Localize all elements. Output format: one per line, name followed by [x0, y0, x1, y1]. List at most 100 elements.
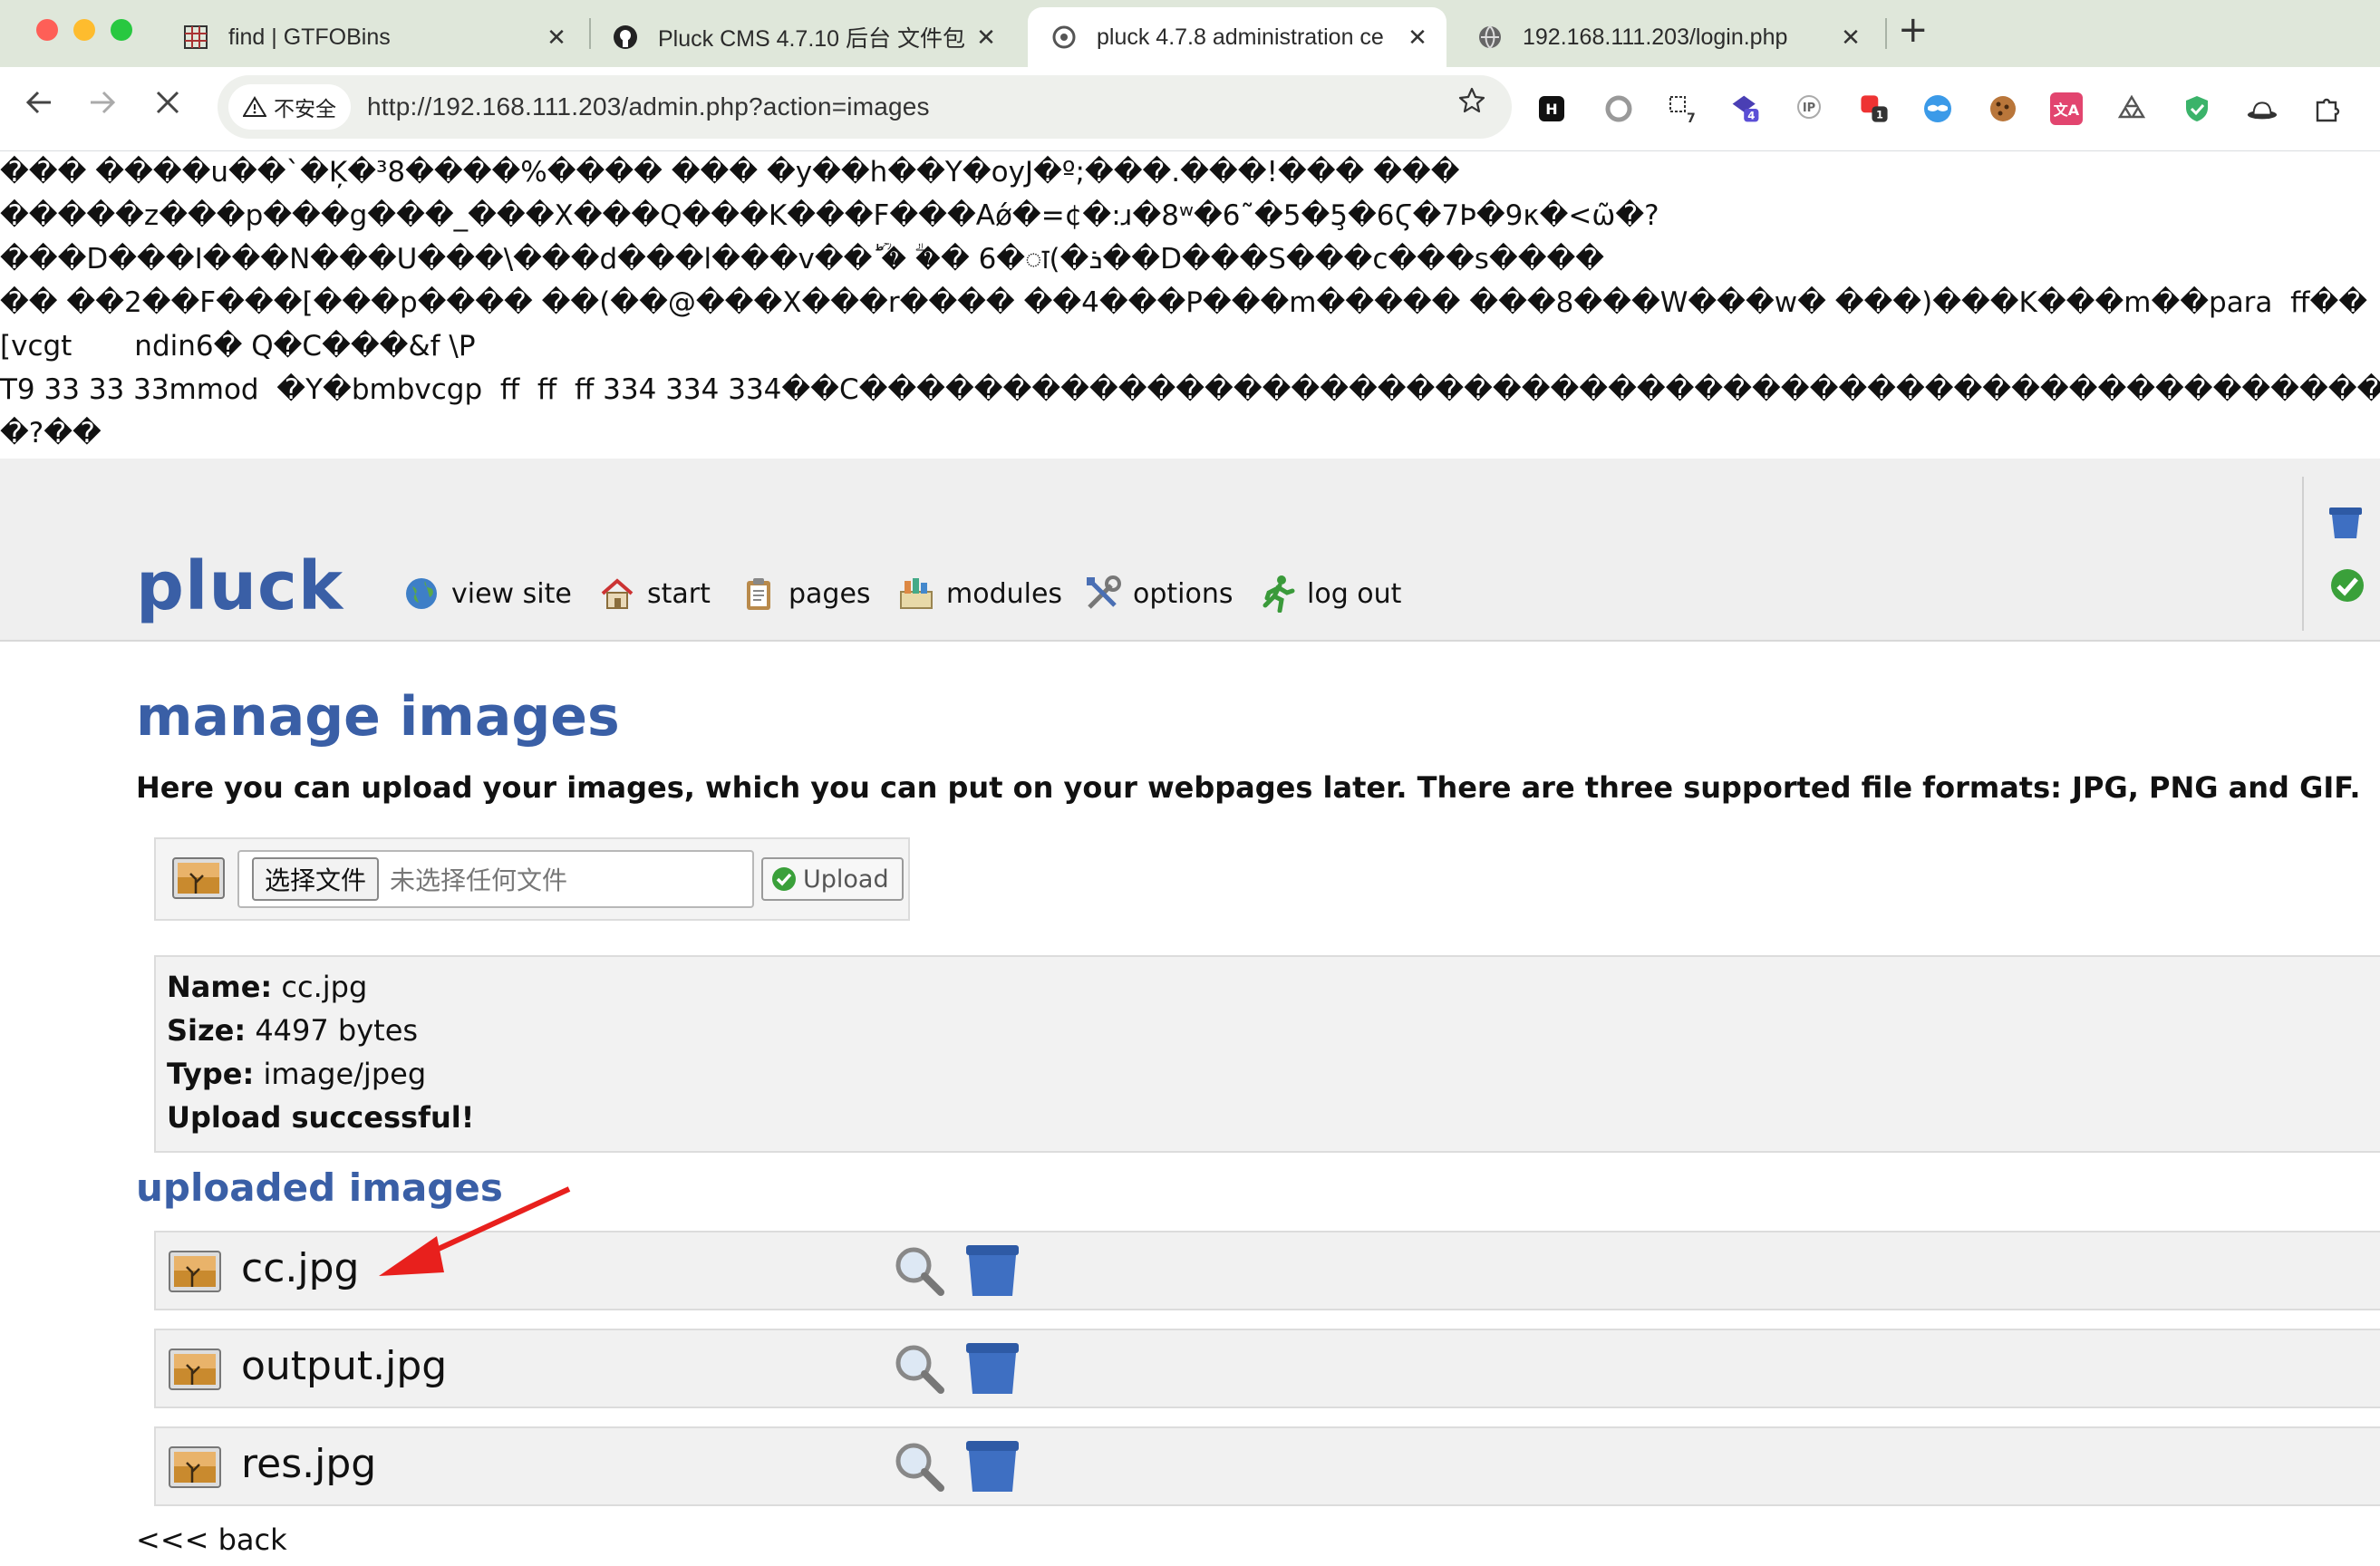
tab-pluck-admin[interactable]: pluck 4.7.8 administration ce ✕	[1028, 7, 1446, 67]
bookmark-star-icon[interactable]	[1457, 86, 1486, 123]
record-extension-icon[interactable]	[1602, 92, 1635, 125]
forward-arrow-icon[interactable]	[87, 87, 118, 126]
red-extension-badge: 1	[1876, 109, 1883, 121]
magnifier-icon[interactable]	[892, 1439, 946, 1497]
ip-extension-icon[interactable]: IP	[1795, 92, 1827, 125]
tab-close-icon[interactable]: ✕	[970, 24, 1002, 52]
tools-icon	[1084, 575, 1122, 613]
warning-triangle-icon	[243, 96, 266, 118]
new-tab-button[interactable]: +	[1898, 9, 1929, 51]
translate-extension-icon[interactable]: 7	[1666, 92, 1698, 125]
tab-close-icon[interactable]: ✕	[1401, 24, 1434, 52]
shield-extension-icon[interactable]	[2181, 92, 2213, 125]
upload-button-label: Upload	[803, 865, 889, 894]
url-text[interactable]: http://192.168.111.203/admin.php?action=…	[367, 92, 930, 121]
trash-icon[interactable]	[964, 1341, 1021, 1399]
trash-icon[interactable]	[964, 1243, 1021, 1301]
menu-label: modules	[946, 577, 1063, 610]
check-icon	[770, 865, 798, 893]
garbage-line: �����z���p���g���_���X���Q���K���F���Aǿ�…	[0, 199, 1659, 232]
no-file-label: 未选择任何文件	[390, 865, 568, 895]
stop-loading-icon[interactable]	[154, 87, 181, 124]
globe-favicon-icon	[1477, 24, 1503, 50]
tab-gtfobins[interactable]: find | GTFOBins ✕	[160, 7, 585, 67]
upload-button[interactable]: Upload	[761, 857, 904, 901]
tab-pluck-cms-article[interactable]: Pluck CMS 4.7.10 后台 文件包 ✕	[589, 7, 1015, 67]
menu-pages[interactable]: pages	[740, 575, 871, 613]
image-list-item: output.jpg	[154, 1329, 2380, 1408]
menu-label: pages	[788, 577, 871, 610]
pluck-logo[interactable]: pluck	[136, 547, 343, 625]
close-window-button[interactable]	[36, 19, 58, 41]
browser-toolbar: 不安全 http://192.168.111.203/admin.php?act…	[0, 67, 2380, 151]
check-icon[interactable]	[2329, 567, 2365, 607]
side-panel	[2302, 477, 2380, 631]
menu-label: options	[1133, 577, 1234, 610]
upload-status: Upload successful!	[167, 1100, 475, 1135]
menu-label: start	[647, 577, 711, 610]
menu-modules[interactable]: modules	[897, 575, 1062, 613]
raw-binary-output: ��� ����u��`�Ķ�³8����%���� ��� �y��h��Y�…	[0, 150, 2380, 459]
zoom-window-button[interactable]	[111, 19, 132, 41]
puzzle-extension-icon[interactable]	[2311, 92, 2344, 125]
ip-extension-label: IP	[1803, 102, 1815, 115]
annotation-arrow	[379, 1186, 571, 1276]
tab-close-icon[interactable]: ✕	[540, 24, 573, 52]
globe-icon	[402, 575, 440, 613]
menu-start[interactable]: start	[598, 575, 711, 613]
file-input[interactable]: 选择文件 未选择任何文件	[237, 850, 754, 908]
page-title: manage images	[136, 685, 620, 749]
browser-tab-bar: find | GTFOBins ✕ Pluck CMS 4.7.10 后台 文件…	[0, 0, 2380, 67]
result-size-row: Size: 4497 bytes	[167, 1013, 418, 1048]
garbage-line: �� ��2��F���[���p���� ��(��@���X���r����…	[0, 286, 2368, 319]
cube-extension-icon[interactable]: 4	[1729, 92, 1762, 125]
image-filename: res.jpg	[241, 1441, 377, 1487]
tab-title: find | GTFOBins	[228, 24, 391, 50]
security-label: 不安全	[274, 97, 336, 121]
type-label: Type:	[167, 1057, 255, 1091]
h-extension-icon[interactable]: H	[1539, 96, 1564, 121]
menu-options[interactable]: options	[1084, 575, 1234, 613]
cookie-extension-icon[interactable]	[1987, 92, 2019, 125]
cube-extension-badge: 4	[1747, 110, 1755, 122]
upload-result: Name: cc.jpg Size: 4497 bytes Type: imag…	[154, 955, 2380, 1153]
security-indicator[interactable]: 不安全	[228, 84, 351, 130]
tab-title: pluck 4.7.8 administration ce	[1097, 24, 1384, 50]
clipboard-icon	[740, 575, 778, 613]
minimize-window-button[interactable]	[73, 19, 95, 41]
magnifier-icon[interactable]	[892, 1243, 946, 1301]
pluck-favicon-icon	[1051, 24, 1077, 50]
recycle-extension-icon[interactable]	[2115, 92, 2148, 125]
image-list-item: res.jpg	[154, 1426, 2380, 1506]
tab-title: Pluck CMS 4.7.10 后台 文件包	[658, 26, 965, 52]
image-icon	[169, 1348, 221, 1394]
choose-file-button[interactable]: 选择文件	[252, 857, 380, 901]
back-arrow-icon[interactable]	[24, 87, 54, 126]
address-bar[interactable]: 不安全 http://192.168.111.203/admin.php?act…	[218, 75, 1512, 139]
image-filename: cc.jpg	[241, 1245, 360, 1291]
result-name-row: Name: cc.jpg	[167, 970, 367, 1004]
menu-log-out[interactable]: log out	[1258, 575, 1401, 613]
name-value: cc.jpg	[281, 970, 368, 1004]
trash-icon[interactable]	[964, 1439, 1021, 1497]
menu-view-site[interactable]: view site	[402, 575, 572, 613]
image-icon	[169, 1446, 221, 1492]
tab-login[interactable]: 192.168.111.203/login.php ✕	[1454, 7, 1880, 67]
magnifier-icon[interactable]	[892, 1341, 946, 1399]
red-extension-icon[interactable]: 1	[1858, 92, 1891, 125]
image-filename: output.jpg	[241, 1343, 448, 1389]
tab-title: 192.168.111.203/login.php	[1523, 24, 1788, 50]
garbage-line: ���D���I���N���U���\���d���l���v��ؕ �ؒ �…	[0, 243, 1605, 276]
menu-label: view site	[451, 577, 572, 610]
upload-form: 选择文件 未选择任何文件 Upload	[154, 837, 910, 921]
translate-pink-extension-icon[interactable]: 文A	[2050, 92, 2083, 125]
tab-separator	[1885, 18, 1887, 49]
garbage-line: ��� ����u��`�Ķ�³8����%���� ��� �y��h��Y�…	[0, 156, 1460, 188]
home-icon	[598, 575, 636, 613]
trash-icon[interactable]	[2327, 504, 2364, 544]
github-favicon-icon	[613, 24, 638, 50]
hat-extension-icon[interactable]	[2246, 92, 2278, 125]
back-link[interactable]: <<< back	[136, 1522, 287, 1557]
mask-extension-icon[interactable]	[1921, 92, 1954, 125]
tab-close-icon[interactable]: ✕	[1834, 24, 1867, 52]
